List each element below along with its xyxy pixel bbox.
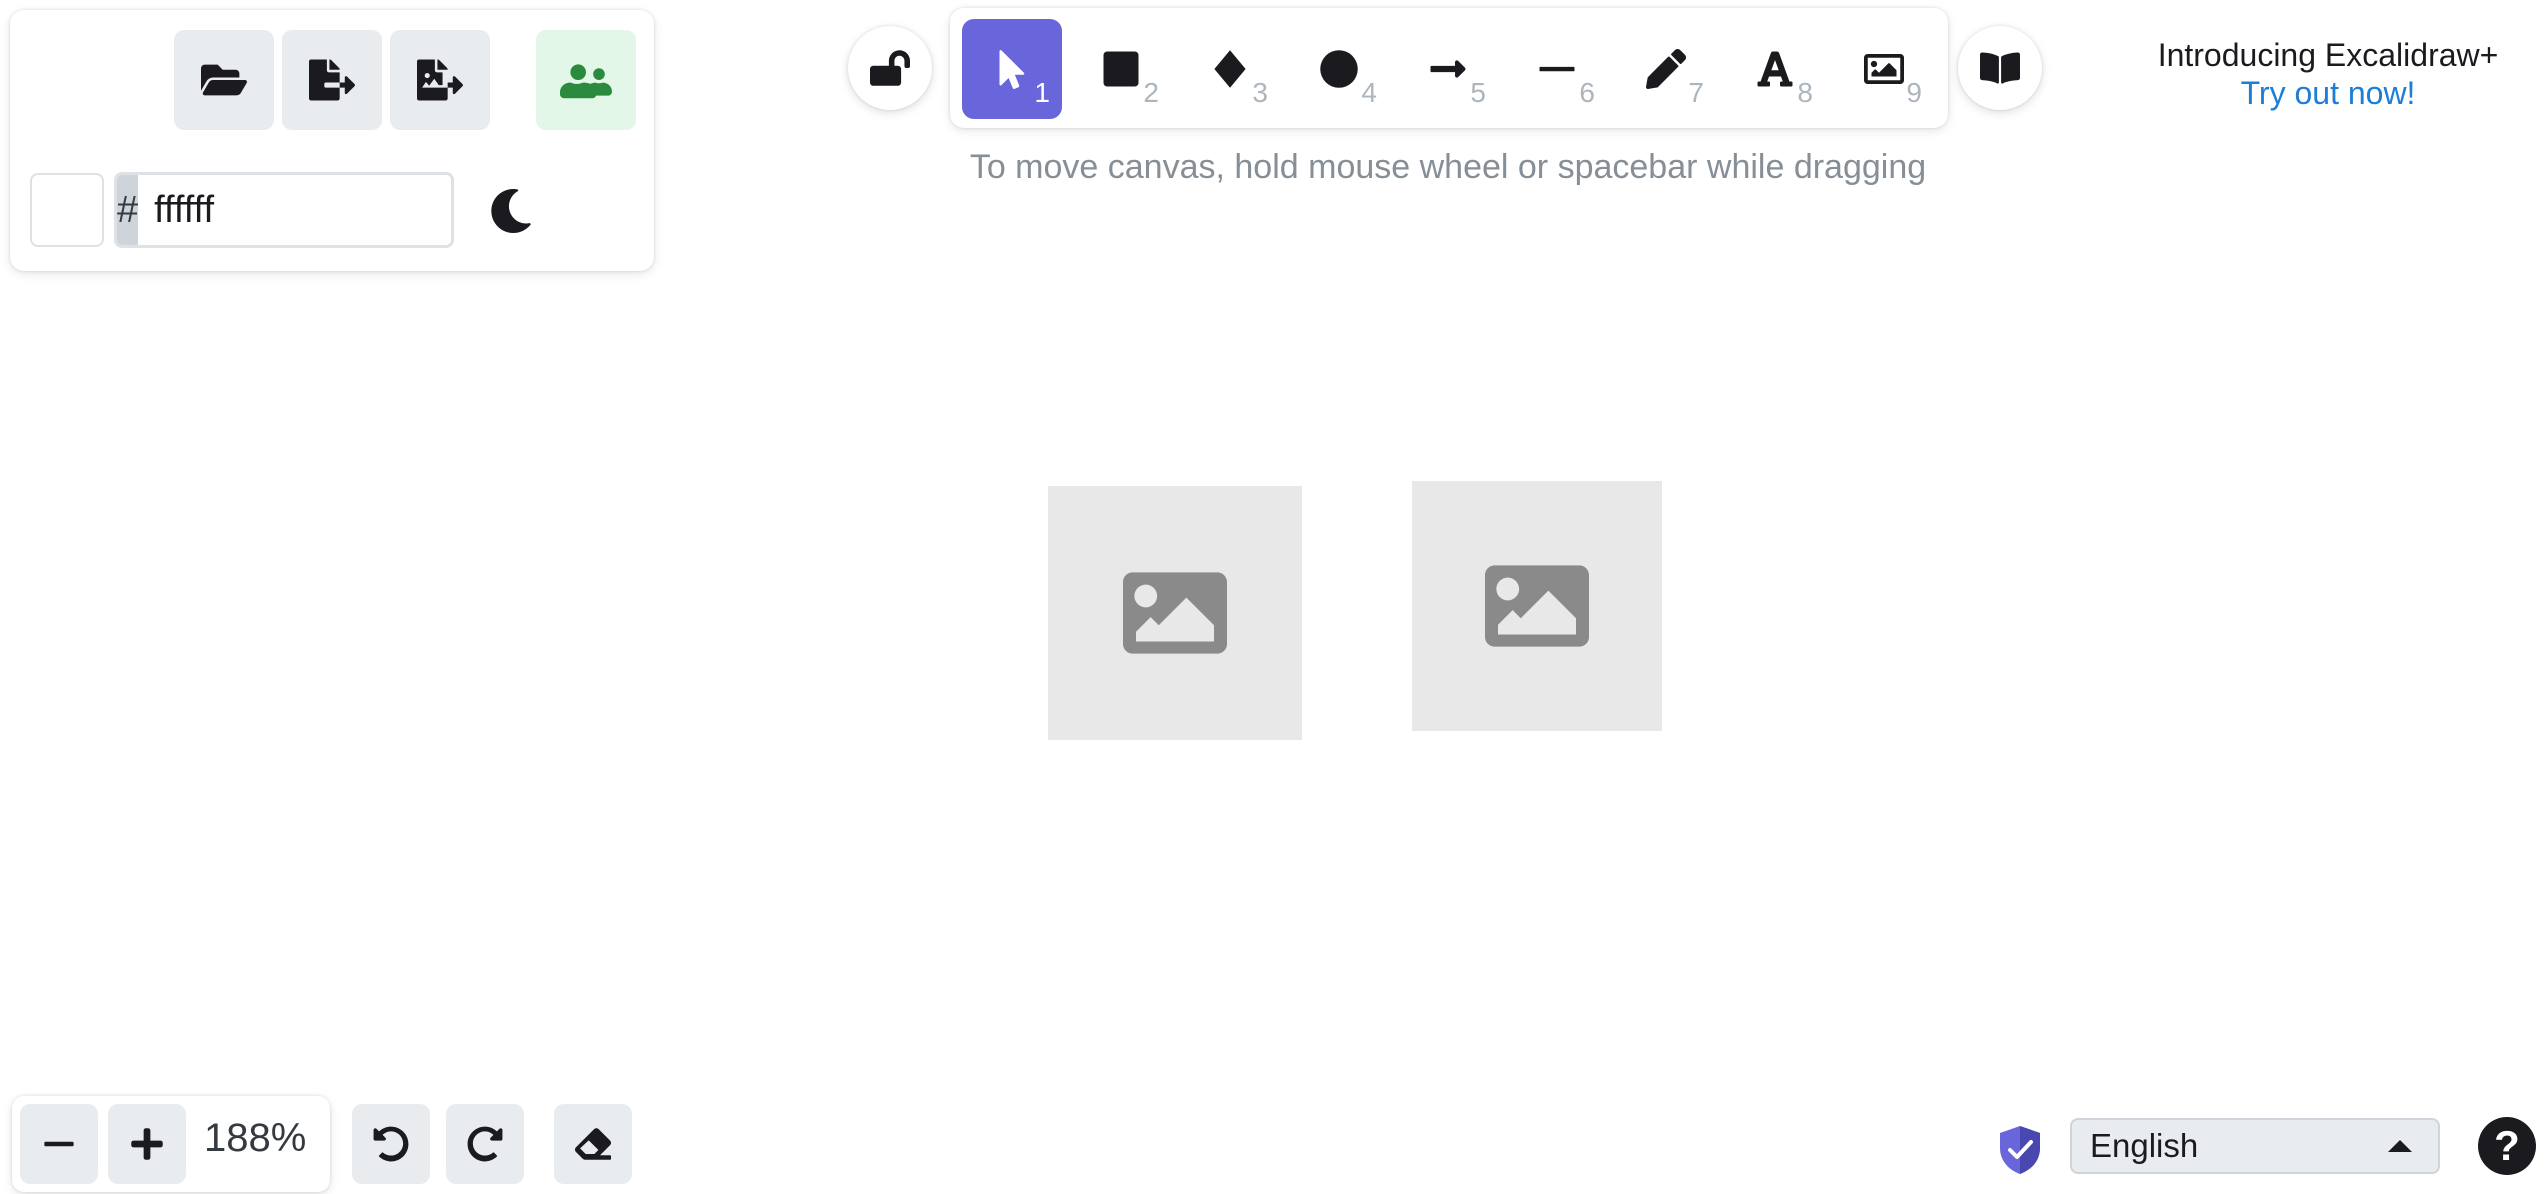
file-export-icon	[309, 59, 355, 101]
tool-line[interactable]: 6	[1507, 19, 1607, 119]
save-to-button[interactable]	[282, 30, 382, 130]
zoom-level[interactable]: 188%	[204, 1116, 306, 1161]
image-icon	[1864, 54, 1904, 84]
tool-key: 6	[1579, 77, 1595, 108]
line-icon	[1539, 66, 1575, 72]
ellipse-icon	[1320, 50, 1358, 88]
tool-key: 1	[1034, 77, 1050, 108]
undo-button[interactable]	[352, 1104, 430, 1184]
image-placeholder-icon	[1485, 565, 1589, 647]
open-button[interactable]	[174, 30, 274, 130]
promo-banner: Introducing Excalidraw+ Try out now!	[2128, 36, 2528, 112]
language-value: English	[2090, 1127, 2199, 1164]
shapes-toolbar: 1 2 3 4 5 6 7 8 9	[950, 8, 1948, 128]
dark-mode-toggle[interactable]	[486, 186, 536, 236]
background-color-field: #	[114, 172, 454, 248]
text-icon	[1757, 51, 1793, 87]
tool-key: 4	[1361, 77, 1377, 108]
folder-open-icon	[201, 64, 247, 96]
tool-key: 5	[1470, 77, 1486, 108]
tool-draw[interactable]: 7	[1616, 19, 1716, 119]
export-image-button[interactable]	[390, 30, 490, 130]
tool-lock-button[interactable]	[848, 26, 932, 110]
canvas-hint: To move canvas, hold mouse wheel or spac…	[969, 148, 1927, 186]
arrow-right-icon	[1430, 60, 1466, 78]
image-placeholder-icon	[1123, 572, 1227, 654]
tool-key: 8	[1797, 77, 1813, 108]
help-button[interactable]: ?	[2478, 1117, 2536, 1175]
menu-panel: #	[10, 10, 654, 271]
tool-key: 2	[1143, 77, 1159, 108]
redo-icon	[467, 1126, 503, 1162]
promo-title: Introducing Excalidraw+	[2157, 37, 2499, 73]
excalidraw-app: # 1 2 3 4 5 6	[0, 0, 2548, 1194]
canvas-image-element[interactable]	[1412, 481, 1662, 731]
tool-key: 3	[1252, 77, 1268, 108]
redo-button[interactable]	[446, 1104, 524, 1184]
promo-link[interactable]: Try out now!	[2128, 74, 2528, 112]
zoom-out-button[interactable]	[20, 1104, 98, 1184]
eraser-icon	[575, 1128, 611, 1160]
library-button[interactable]	[1958, 26, 2042, 110]
minus-icon	[44, 1141, 74, 1147]
diamond-icon	[1214, 50, 1246, 88]
book-open-icon	[1980, 52, 2020, 84]
language-select[interactable]: English	[2070, 1118, 2440, 1174]
tool-diamond[interactable]: 3	[1180, 19, 1280, 119]
live-collaboration-button[interactable]	[536, 30, 636, 130]
plus-icon	[131, 1128, 163, 1160]
unlock-icon	[870, 50, 910, 86]
tool-image[interactable]: 9	[1834, 19, 1934, 119]
undo-icon	[373, 1126, 409, 1162]
caret-up-icon	[2388, 1140, 2412, 1152]
image-export-icon	[417, 59, 463, 101]
tool-ellipse[interactable]: 4	[1289, 19, 1389, 119]
hex-hash-label: #	[117, 175, 139, 245]
tool-rectangle[interactable]: 2	[1071, 19, 1171, 119]
zoom-panel: 188%	[12, 1096, 330, 1192]
pointer-icon	[999, 49, 1025, 89]
zoom-in-button[interactable]	[108, 1104, 186, 1184]
shield-check-icon	[2000, 1126, 2040, 1174]
clear-canvas-button[interactable]	[554, 1104, 632, 1184]
tool-text[interactable]: 8	[1725, 19, 1825, 119]
hex-color-input[interactable]	[138, 175, 451, 245]
tool-key: 9	[1906, 77, 1922, 108]
encryption-shield[interactable]	[1996, 1124, 2044, 1176]
tool-key: 7	[1688, 77, 1704, 108]
background-color-swatch[interactable]	[30, 173, 104, 247]
tool-selection[interactable]: 1	[962, 19, 1062, 119]
canvas-image-element[interactable]	[1048, 486, 1302, 740]
moon-icon	[491, 189, 531, 233]
users-icon	[560, 64, 612, 99]
pencil-icon	[1646, 49, 1686, 89]
rectangle-icon	[1103, 51, 1139, 87]
tool-arrow[interactable]: 5	[1398, 19, 1498, 119]
